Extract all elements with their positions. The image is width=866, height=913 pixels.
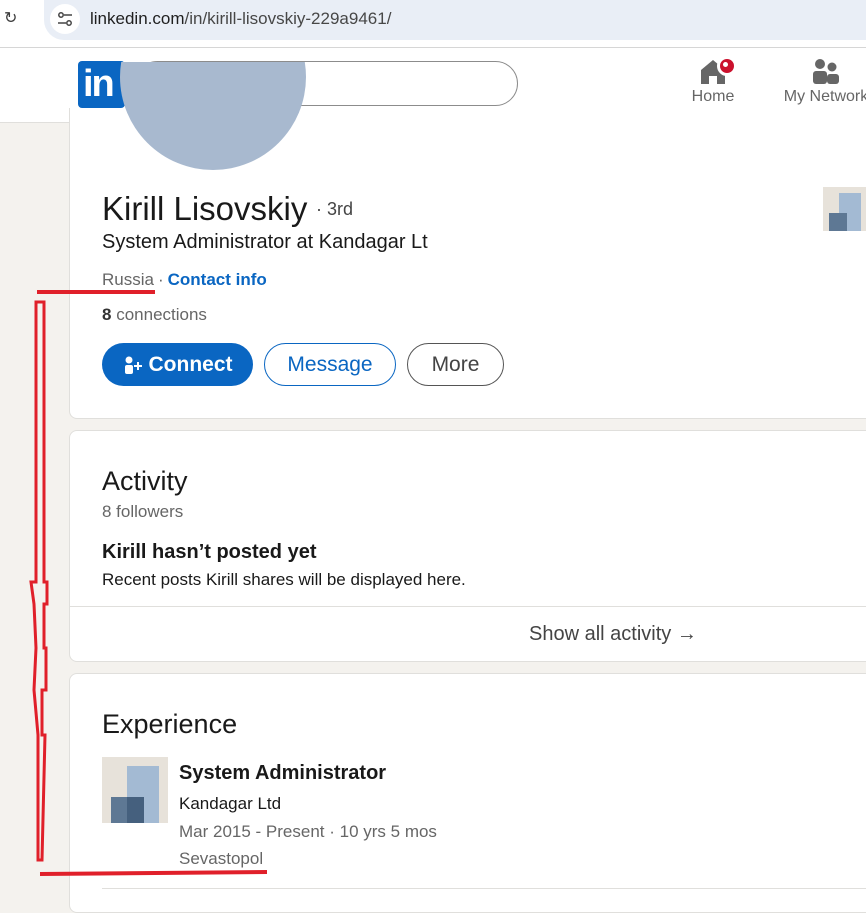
connections-number: 8	[102, 305, 112, 324]
company-name: Kandagar Ltd	[179, 794, 282, 813]
url-text[interactable]: linkedin.com/in/kirill-lisovskiy-229a946…	[90, 9, 391, 29]
profile-location: Russia · Contact info	[102, 270, 267, 290]
nav-home-label: Home	[691, 88, 735, 105]
home-icon	[690, 56, 737, 88]
divider	[70, 606, 866, 607]
linkedin-logo[interactable]: in	[78, 61, 125, 108]
browser-url-bar: ↻ linkedin.com/in/kirill-lisovskiy-229a9…	[0, 0, 866, 48]
followers-count[interactable]: 8 followers	[102, 502, 183, 522]
notification-badge	[717, 56, 737, 76]
connect-label: Connect	[148, 352, 233, 376]
company-thumbnail[interactable]	[823, 187, 866, 231]
url-path: /in/kirill-lisovskiy-229a9461/	[184, 9, 392, 28]
profile-name: Kirill Lisovskiy	[102, 190, 308, 227]
no-posts-title: Kirill hasn’t posted yet	[102, 541, 317, 563]
contact-info-link[interactable]: Contact info	[168, 270, 267, 289]
job-title: System Administrator	[179, 762, 387, 784]
connections-count[interactable]: 8 connections	[102, 305, 207, 325]
show-all-activity-link[interactable]: Show all activity →	[529, 623, 697, 646]
job-location: Sevastopol	[179, 849, 264, 868]
experience-title: Experience	[102, 709, 238, 739]
separator: ·	[157, 270, 164, 289]
url-host: linkedin.com	[90, 9, 185, 28]
nav-home[interactable]: Home	[690, 56, 737, 106]
job-dates: Mar 2015 - Present · 10 yrs 5 mos	[179, 822, 437, 841]
nav-my-network[interactable]: My Network	[776, 56, 866, 106]
divider	[102, 888, 866, 889]
connection-degree: · 3rd	[316, 199, 354, 219]
people-icon	[776, 56, 866, 88]
more-button[interactable]: More	[407, 343, 504, 386]
nav-my-network-label: My Network	[783, 88, 866, 105]
logo-text: in	[83, 63, 115, 105]
reload-icon[interactable]: ↻	[4, 10, 22, 28]
no-posts-text: Recent posts Kirill shares will be displ…	[102, 570, 466, 589]
add-person-icon	[124, 356, 142, 374]
location-text: Russia	[102, 270, 154, 289]
activity-title: Activity	[102, 466, 188, 496]
profile-avatar[interactable]	[120, 62, 306, 170]
company-logo[interactable]	[102, 757, 168, 823]
connections-label: connections	[116, 305, 207, 324]
site-settings-icon[interactable]	[50, 4, 80, 34]
connect-button[interactable]: Connect	[102, 343, 253, 386]
profile-headline: System Administrator at Kandagar Lt	[102, 231, 428, 253]
message-button[interactable]: Message	[264, 343, 396, 386]
